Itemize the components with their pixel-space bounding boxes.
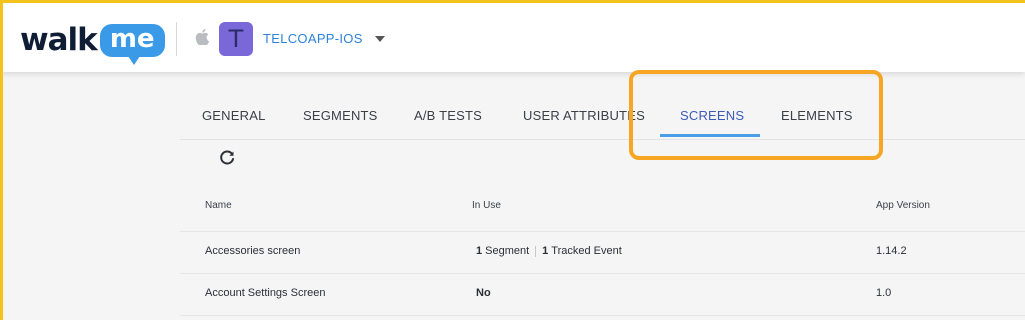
- app-avatar[interactable]: T: [219, 22, 253, 56]
- tab-segments[interactable]: SEGMENTS: [303, 108, 378, 123]
- segment-label[interactable]: Segment: [485, 245, 529, 257]
- app-version: 1.14.2: [876, 245, 907, 257]
- top-bar: walk me T TELCOAPP-IOS: [0, 0, 1025, 72]
- refresh-icon[interactable]: [219, 150, 235, 166]
- segment-count: 1: [476, 245, 483, 257]
- logo-me-bubble: me: [99, 23, 165, 65]
- walkme-logo[interactable]: walk me: [20, 22, 165, 65]
- row-divider: [180, 231, 1025, 232]
- apple-icon: [195, 29, 209, 45]
- tracked-event-label[interactable]: Tracked Event: [551, 245, 622, 257]
- screen-name[interactable]: Accessories screen: [205, 245, 300, 257]
- row-divider: [180, 315, 1025, 316]
- tab-ab-tests[interactable]: A/B TESTS: [414, 108, 482, 123]
- tabs-divider: [180, 139, 1025, 140]
- app-version: 1.0: [876, 287, 892, 299]
- in-use-summary: 1 Segment 1 Tracked Event: [476, 245, 622, 257]
- screen-name[interactable]: Account Settings Screen: [205, 287, 325, 299]
- column-header-app-version[interactable]: App Version: [876, 200, 930, 211]
- chevron-down-icon[interactable]: [375, 36, 385, 42]
- row-divider: [180, 273, 1025, 274]
- app-selector-name[interactable]: TELCOAPP-IOS: [263, 31, 363, 46]
- header-divider: [176, 22, 177, 56]
- tab-general[interactable]: GENERAL: [202, 108, 266, 123]
- tab-bar: GENERAL SEGMENTS A/B TESTS USER ATTRIBUT…: [180, 96, 1025, 140]
- usage-separator: [535, 245, 537, 257]
- tab-user-attributes[interactable]: USER ATTRIBUTES: [523, 108, 645, 123]
- logo-walk-text: walk: [20, 22, 98, 58]
- event-count: 1: [542, 245, 549, 257]
- column-header-in-use[interactable]: In Use: [472, 200, 501, 211]
- column-header-name[interactable]: Name: [205, 200, 232, 211]
- highlight-annotation-box: [629, 70, 883, 160]
- in-use-value: No: [476, 287, 491, 299]
